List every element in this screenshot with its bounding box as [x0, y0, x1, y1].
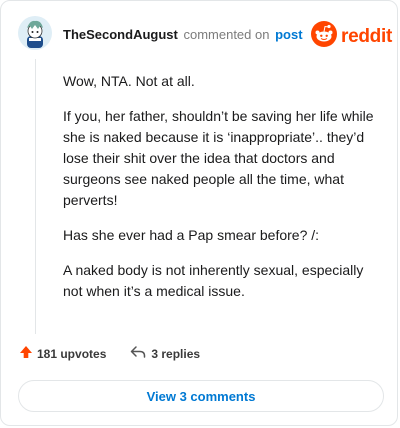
comment-header: TheSecondAugust commented on post — [63, 27, 303, 43]
reddit-alien-icon — [311, 21, 337, 52]
upvote-button[interactable]: 181 upvotes — [19, 345, 106, 362]
reply-count: 3 replies — [151, 346, 201, 361]
comment-actions: 181 upvotes 3 replies — [19, 345, 200, 362]
reply-arrow-icon — [130, 345, 146, 362]
comment-paragraph: A naked body is not inherently sexual, e… — [63, 262, 364, 299]
comment-card: TheSecondAugust commented on post reddit… — [0, 0, 398, 426]
comment-paragraph: If you, her father, shouldn’t be saving … — [63, 108, 374, 208]
arrow-up-icon — [19, 345, 33, 362]
reddit-logo[interactable]: reddit — [311, 21, 392, 52]
commented-on-text: commented on — [183, 27, 270, 42]
reddit-wordmark: reddit — [341, 25, 392, 47]
comment-paragraph: Wow, NTA. Not at all. — [63, 73, 195, 89]
comment-paragraph: Has she ever had a Pap smear before? /: — [63, 227, 320, 243]
avatar[interactable] — [18, 16, 52, 50]
thread-line[interactable] — [35, 59, 36, 334]
view-comments-button[interactable]: View 3 comments — [18, 380, 384, 412]
replies-button[interactable]: 3 replies — [130, 345, 200, 362]
upvote-count: 181 upvotes — [37, 346, 107, 361]
post-link[interactable]: post — [275, 27, 302, 42]
username-link[interactable]: TheSecondAugust — [63, 27, 178, 42]
comment-body: Wow, NTA. Not at all. If you, her father… — [63, 71, 378, 316]
